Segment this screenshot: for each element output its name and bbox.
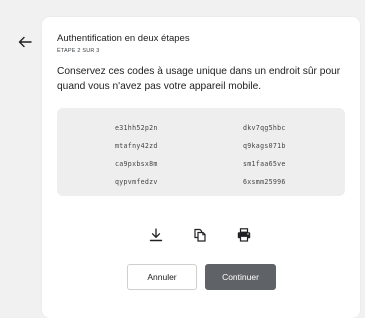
step-indicator: ÉTAPE 2 SUR 3 <box>57 48 100 54</box>
copy-icon[interactable] <box>192 227 208 243</box>
continue-button[interactable]: Continuer <box>205 264 276 290</box>
two-step-card: Authentification en deux étapes ÉTAPE 2 … <box>42 17 360 318</box>
backup-code: qypvmfedzv <box>115 178 158 186</box>
backup-codes-panel: e31hh52p2n dkv7qg5hbc mtafny42zd q9kags0… <box>57 108 345 196</box>
download-icon[interactable] <box>148 227 164 243</box>
backup-code: e31hh52p2n <box>115 124 158 132</box>
backup-code: mtafny42zd <box>115 142 158 150</box>
description-text: Conservez ces codes à usage unique dans … <box>57 66 341 92</box>
backup-code: sm1faa65ve <box>243 160 286 168</box>
page-title: Authentification en deux étapes <box>57 33 190 44</box>
backup-code: ca9pxbsx8m <box>115 160 158 168</box>
backup-code: dkv7qg5hbc <box>243 124 286 132</box>
backup-code: q9kags071b <box>243 142 286 150</box>
back-arrow-icon[interactable] <box>15 32 35 52</box>
print-icon[interactable] <box>236 227 252 243</box>
cancel-button[interactable]: Annuler <box>127 264 197 290</box>
backup-code: 6xsmm25996 <box>243 178 286 186</box>
